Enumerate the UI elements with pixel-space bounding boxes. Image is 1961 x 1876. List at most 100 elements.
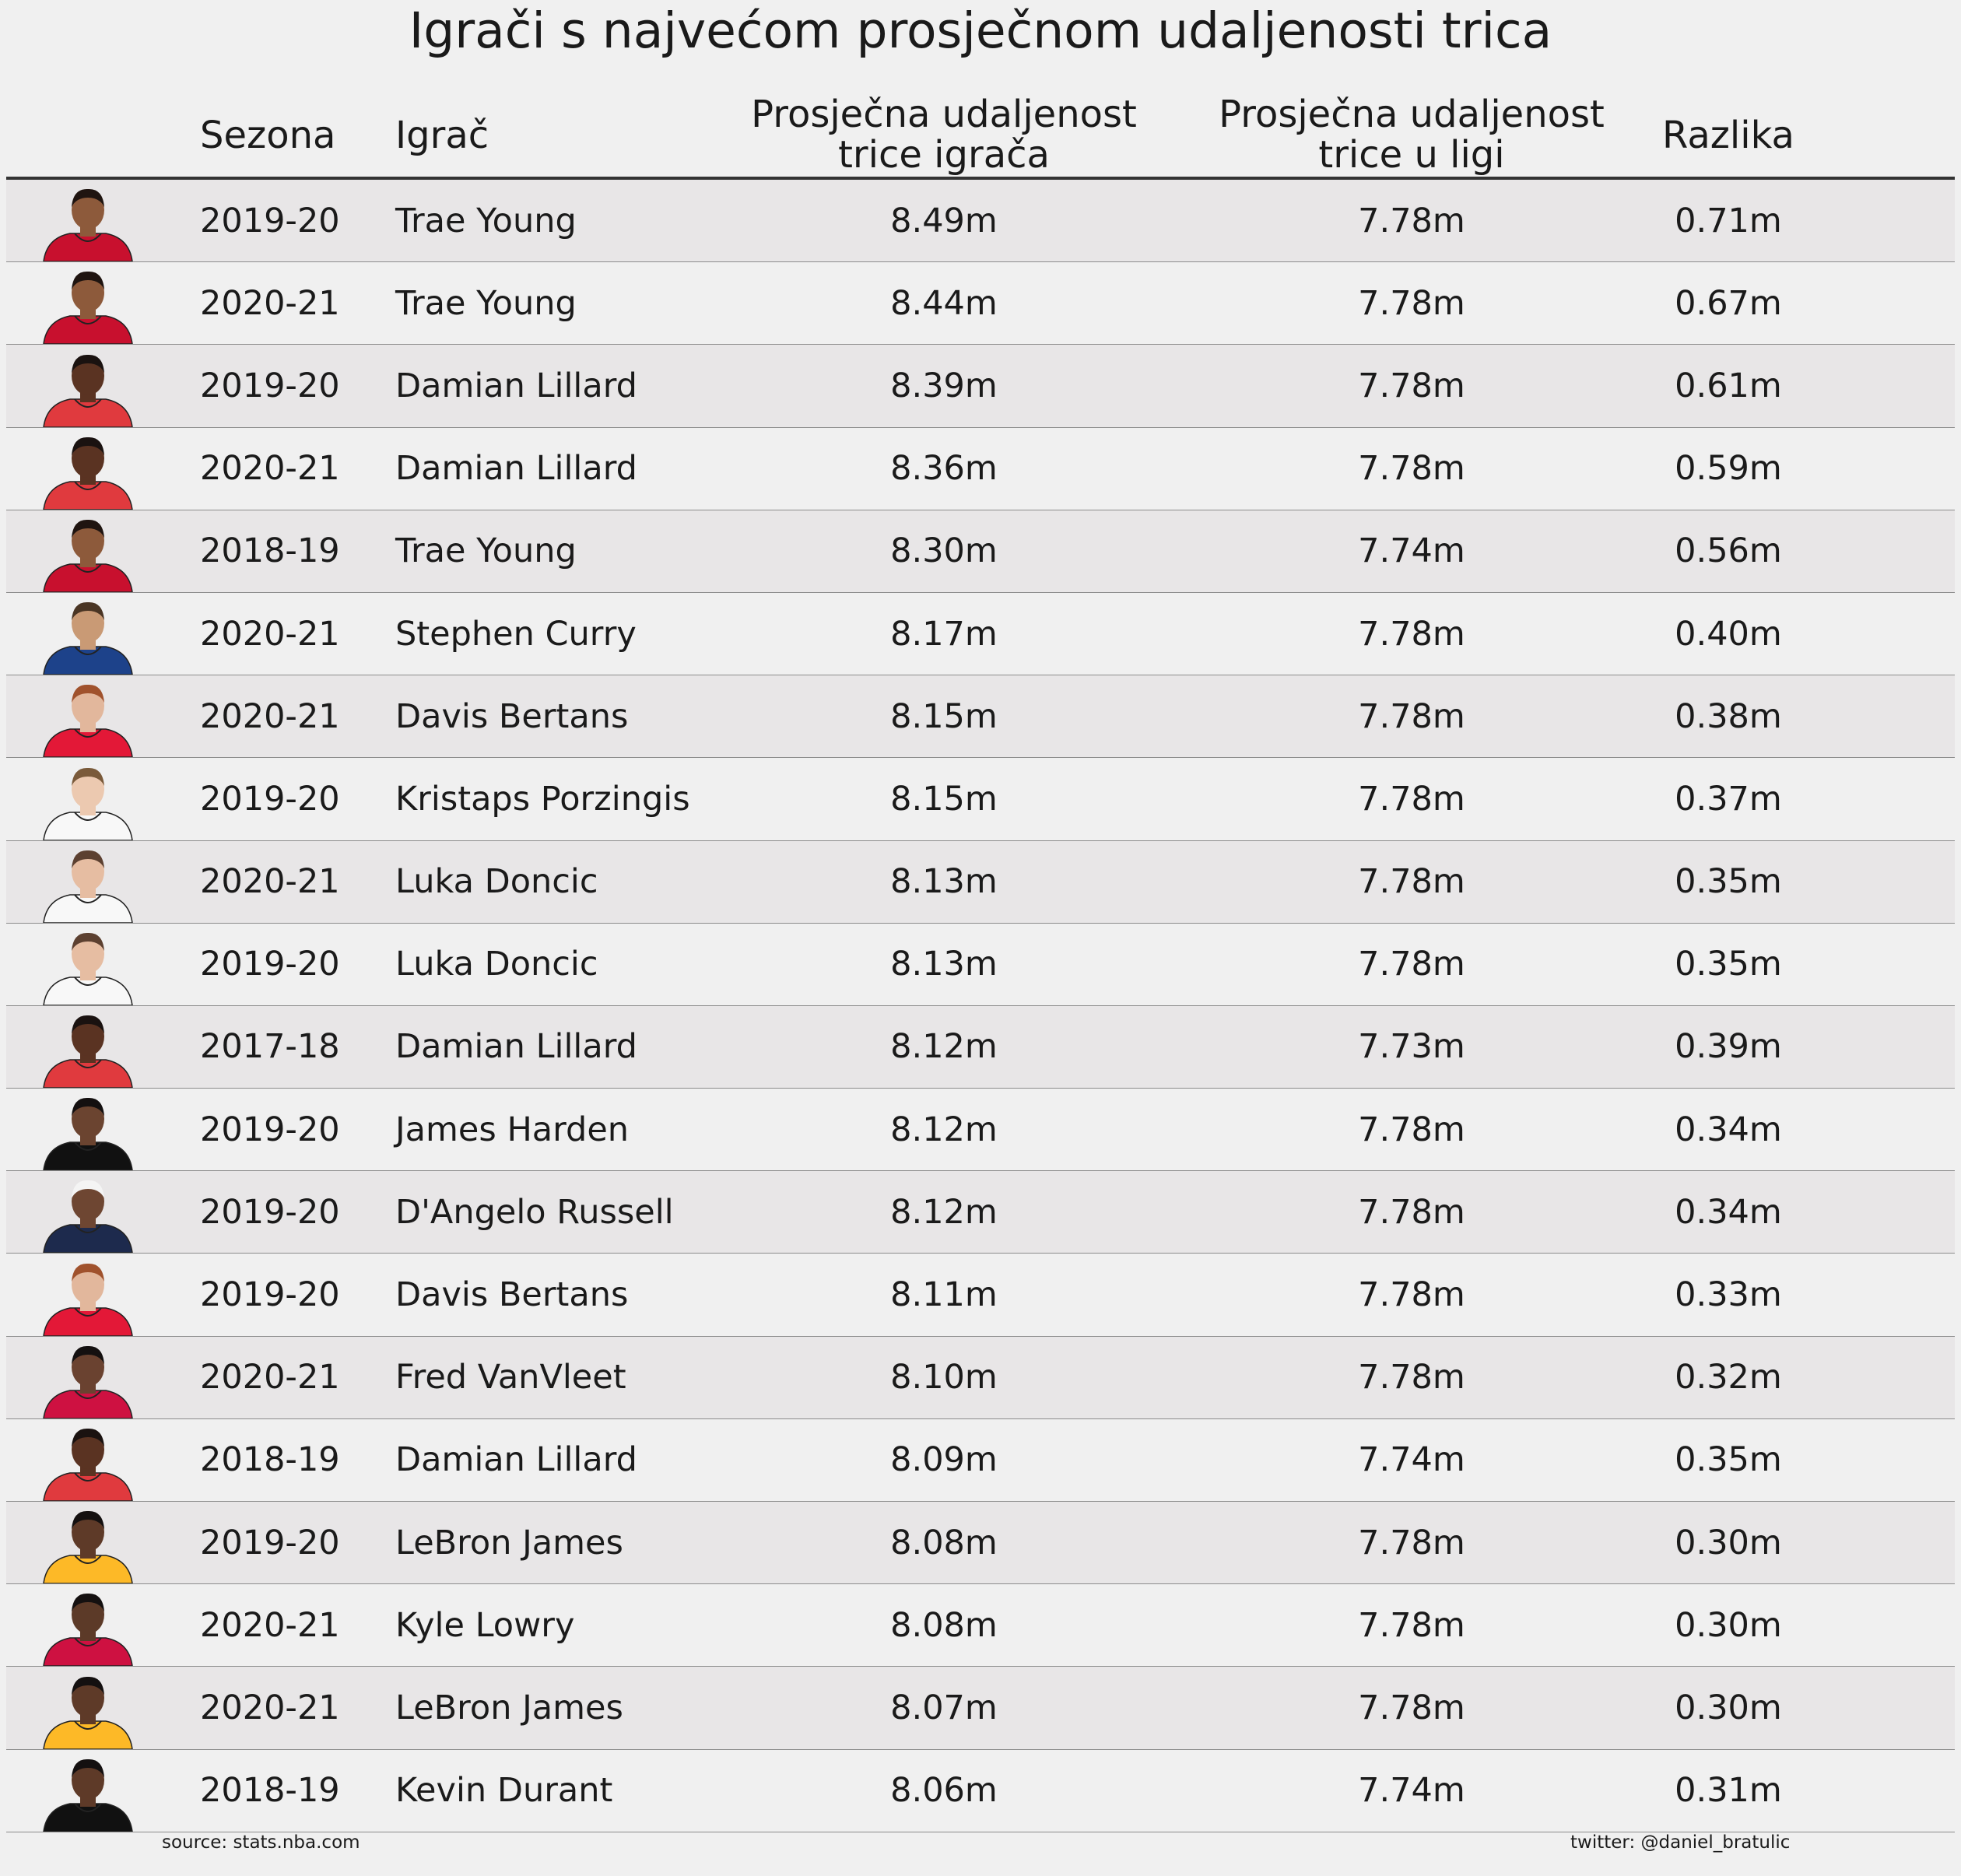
season-cell: 2018-19 xyxy=(200,1440,340,1480)
table-row: 2020-21 Davis Bertans 8.15m 7.78m 0.38m xyxy=(6,675,1955,759)
league-distance-cell: 7.78m xyxy=(1358,696,1465,736)
player-distance-cell: 8.08m xyxy=(890,1523,998,1562)
player-name-cell: Kristaps Porzingis xyxy=(395,779,690,819)
player-distance-cell: 8.12m xyxy=(890,1110,998,1149)
player-name-cell: Damian Lillard xyxy=(395,1027,637,1067)
player-distance-cell: 8.13m xyxy=(890,862,998,902)
header-player-distance-line2: trice igrača xyxy=(838,133,1050,177)
difference-cell: 0.35m xyxy=(1675,945,1782,984)
table-row: 2020-21 Fred VanVleet 8.10m 7.78m 0.32m xyxy=(6,1336,1955,1419)
header-player-distance-line1: Prosječna udaljenost xyxy=(751,93,1137,136)
player-distance-cell: 8.10m xyxy=(890,1358,998,1397)
difference-cell: 0.56m xyxy=(1675,531,1782,571)
league-distance-cell: 7.78m xyxy=(1358,945,1465,984)
table-row: 2018-19 Damian Lillard 8.09m 7.74m 0.35m xyxy=(6,1418,1955,1502)
player-distance-cell: 8.44m xyxy=(890,283,998,323)
player-name-cell: Trae Young xyxy=(395,283,577,323)
season-cell: 2020-21 xyxy=(200,449,340,489)
league-distance-cell: 7.78m xyxy=(1358,614,1465,654)
league-distance-cell: 7.73m xyxy=(1358,1027,1465,1067)
player-name-cell: Kyle Lowry xyxy=(395,1605,575,1645)
league-distance-cell: 7.78m xyxy=(1358,1605,1465,1645)
difference-cell: 0.34m xyxy=(1675,1110,1782,1149)
difference-cell: 0.35m xyxy=(1675,862,1782,902)
header-player-distance: Prosječna udaljenost trice igrača xyxy=(707,94,1181,175)
league-distance-cell: 7.78m xyxy=(1358,366,1465,405)
difference-cell: 0.40m xyxy=(1675,614,1782,654)
league-distance-cell: 7.78m xyxy=(1358,1523,1465,1562)
season-cell: 2019-20 xyxy=(200,1110,340,1149)
difference-cell: 0.30m xyxy=(1675,1688,1782,1727)
player-distance-cell: 8.12m xyxy=(890,1192,998,1232)
player-headshot xyxy=(43,767,133,840)
player-distance-cell: 8.11m xyxy=(890,1275,998,1315)
player-name-cell: Fred VanVleet xyxy=(395,1358,626,1397)
table-row: 2019-20 Damian Lillard 8.39m 7.78m 0.61m xyxy=(6,345,1955,428)
season-cell: 2019-20 xyxy=(200,1275,340,1315)
table-row: 2020-21 Damian Lillard 8.36m 7.78m 0.59m xyxy=(6,427,1955,510)
player-distance-cell: 8.39m xyxy=(890,366,998,405)
player-name-cell: Luka Doncic xyxy=(395,945,598,984)
difference-cell: 0.37m xyxy=(1675,779,1782,819)
chart-title: Igrači s najvećom prosječnom udaljenosti… xyxy=(409,2,1552,59)
player-headshot xyxy=(43,1098,133,1171)
table-row: 2020-21 Luka Doncic 8.13m 7.78m 0.35m xyxy=(6,840,1955,924)
season-cell: 2020-21 xyxy=(200,1358,340,1397)
player-distance-cell: 8.15m xyxy=(890,779,998,819)
table-row: 2020-21 Stephen Curry 8.17m 7.78m 0.40m xyxy=(6,592,1955,676)
difference-cell: 0.33m xyxy=(1675,1275,1782,1315)
player-distance-cell: 8.36m xyxy=(890,449,998,489)
difference-cell: 0.39m xyxy=(1675,1027,1782,1067)
table-row: 2017-18 Damian Lillard 8.12m 7.73m 0.39m xyxy=(6,1005,1955,1089)
player-name-cell: Davis Bertans xyxy=(395,1275,629,1315)
player-headshot xyxy=(43,1180,133,1254)
player-distance-cell: 8.12m xyxy=(890,1027,998,1067)
table-row: 2020-21 Trae Young 8.44m 7.78m 0.67m xyxy=(6,262,1955,345)
season-cell: 2020-21 xyxy=(200,1605,340,1645)
player-distance-cell: 8.09m xyxy=(890,1440,998,1480)
player-headshot xyxy=(43,189,133,262)
table-row: 2019-20 Trae Young 8.49m 7.78m 0.71m xyxy=(6,180,1955,263)
player-headshot xyxy=(43,519,133,592)
season-cell: 2019-20 xyxy=(200,366,340,405)
difference-cell: 0.34m xyxy=(1675,1192,1782,1232)
player-headshot xyxy=(43,1345,133,1418)
season-cell: 2018-19 xyxy=(200,1771,340,1811)
league-distance-cell: 7.78m xyxy=(1358,1275,1465,1315)
player-name-cell: D'Angelo Russell xyxy=(395,1192,674,1232)
player-headshot xyxy=(43,1015,133,1089)
player-name-cell: Damian Lillard xyxy=(395,366,637,405)
table-row: 2019-20 LeBron James 8.08m 7.78m 0.30m xyxy=(6,1502,1955,1585)
player-name-cell: Damian Lillard xyxy=(395,449,637,489)
player-headshot xyxy=(43,1511,133,1584)
league-distance-cell: 7.78m xyxy=(1358,1688,1465,1727)
table-row: 2019-20 Luka Doncic 8.13m 7.78m 0.35m xyxy=(6,923,1955,1006)
player-distance-cell: 8.13m xyxy=(890,945,998,984)
season-cell: 2020-21 xyxy=(200,614,340,654)
player-headshot xyxy=(43,602,133,675)
table-row: 2019-20 D'Angelo Russell 8.12m 7.78m 0.34m xyxy=(6,1171,1955,1254)
difference-cell: 0.67m xyxy=(1675,283,1782,323)
player-distance-cell: 8.30m xyxy=(890,531,998,571)
league-distance-cell: 7.78m xyxy=(1358,862,1465,902)
season-cell: 2019-20 xyxy=(200,1523,340,1562)
player-headshot xyxy=(43,437,133,510)
difference-cell: 0.30m xyxy=(1675,1523,1782,1562)
season-cell: 2020-21 xyxy=(200,283,340,323)
season-cell: 2019-20 xyxy=(200,945,340,984)
player-headshot xyxy=(43,1594,133,1667)
table-row: 2018-19 Trae Young 8.30m 7.74m 0.56m xyxy=(6,510,1955,593)
header-difference: Razlika xyxy=(1662,114,1794,157)
difference-cell: 0.71m xyxy=(1675,201,1782,240)
difference-cell: 0.31m xyxy=(1675,1771,1782,1811)
season-cell: 2019-20 xyxy=(200,779,340,819)
difference-cell: 0.30m xyxy=(1675,1605,1782,1645)
footer-twitter: twitter: @daniel_bratulic xyxy=(1570,1832,1791,1853)
table-row: 2019-20 Davis Bertans 8.11m 7.78m 0.33m xyxy=(6,1254,1955,1337)
league-distance-cell: 7.78m xyxy=(1358,283,1465,323)
table-row: 2019-20 Kristaps Porzingis 8.15m 7.78m 0.37m xyxy=(6,758,1955,841)
player-distance-cell: 8.17m xyxy=(890,614,998,654)
player-distance-cell: 8.49m xyxy=(890,201,998,240)
player-distance-cell: 8.07m xyxy=(890,1688,998,1727)
difference-cell: 0.59m xyxy=(1675,449,1782,489)
